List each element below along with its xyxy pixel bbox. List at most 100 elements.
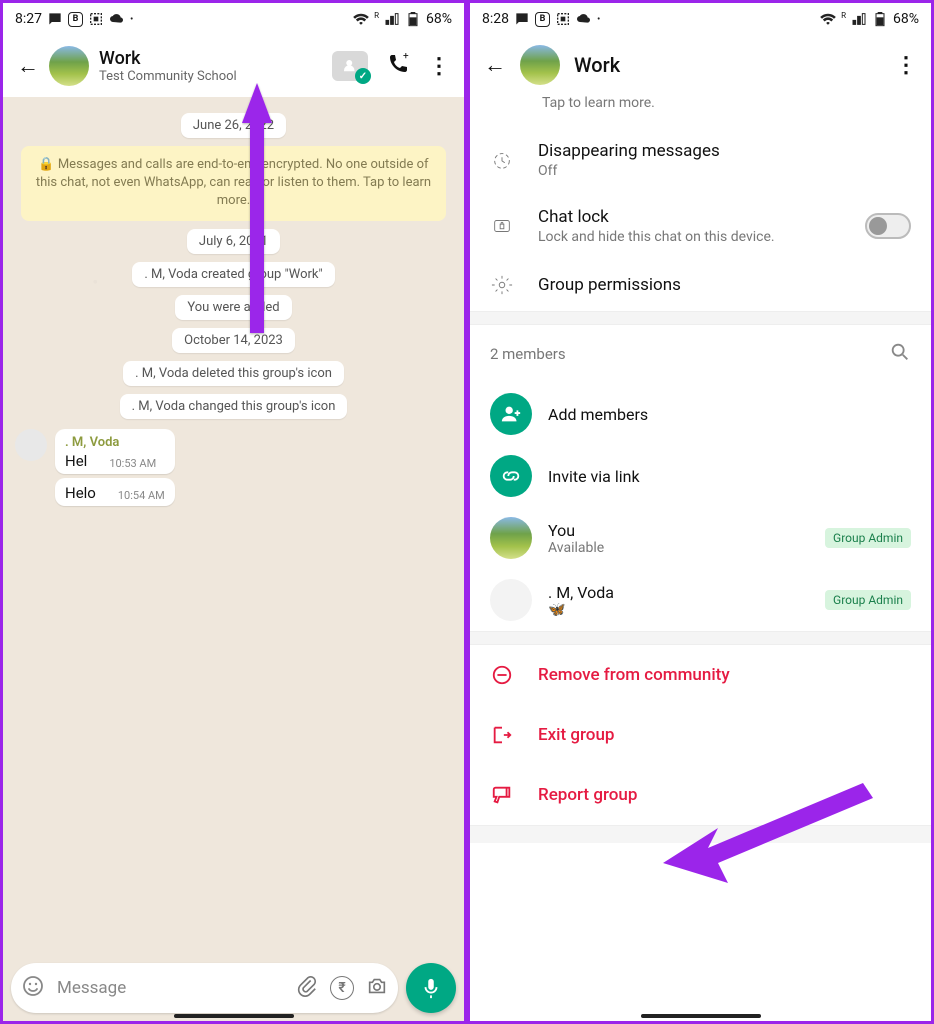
member-avatar [490,579,532,621]
battery-icon [872,11,888,27]
sender-name: . M, Voda [65,435,165,450]
system-message: . M, Voda created group "Work" [132,262,334,287]
info-title: Work [574,53,881,77]
add-members-row[interactable]: Add members [470,383,931,445]
disappearing-messages-row[interactable]: Disappearing messages Off [470,127,931,193]
chat-bubble-icon [47,11,63,27]
emoji-icon[interactable] [21,974,45,1002]
chat-title: Work [99,48,322,69]
exit-icon [490,723,514,747]
gear-icon [490,273,514,297]
chat-app-bar: ← Work Test Community School ✓ + ⋮ [3,35,464,97]
video-call-button[interactable]: ✓ [332,51,368,81]
square-dashed-icon [555,11,571,27]
message-bubble[interactable]: . M, Voda Hel 10:53 AM [55,429,175,474]
row-title: Disappearing messages [538,141,911,161]
camera-icon[interactable] [366,975,388,1001]
payment-icon[interactable]: ₹ [330,976,354,1000]
dot-icon: • [597,14,600,25]
member-row[interactable]: . M, Voda 🦋 Group Admin [470,569,931,631]
battery-percent: 68% [426,11,452,27]
message-bubble[interactable]: Helo 10:54 AM [55,478,175,506]
group-info-screen: 8:28 B • R 68% ← Work ⋮ Tap to learn mor [470,3,931,1021]
message-text: Hel [65,452,87,470]
roaming-indicator: R [374,11,379,20]
check-badge-icon: ✓ [355,68,371,84]
group-avatar[interactable] [520,45,560,85]
member-avatar [490,517,532,559]
dot-icon: • [130,14,133,25]
voice-call-button[interactable]: + [386,52,410,80]
chat-bubble-icon [514,11,530,27]
cloud-icon [109,11,125,27]
row-label: Add members [548,405,911,424]
chat-messages-area[interactable]: June 26, 2022 🔒 Messages and calls are e… [3,97,464,1021]
row-title: Chat lock [538,207,841,227]
system-message: . M, Voda changed this group's icon [120,394,348,419]
clock: 8:27 [15,11,42,27]
row-subtitle: Lock and hide this chat on this device. [538,229,841,245]
b-icon: B [68,12,83,27]
encryption-banner[interactable]: 🔒 Messages and calls are end-to-end encr… [21,146,446,221]
row-label: Report group [538,785,637,805]
wifi-icon [353,11,369,27]
link-icon [490,455,532,497]
member-status: Available [548,540,809,556]
row-label: Invite via link [548,467,911,486]
message-input-field[interactable]: Message ₹ [11,963,398,1013]
report-group-row[interactable]: Report group [470,765,931,825]
voice-record-button[interactable] [406,963,456,1013]
lock-chat-icon [490,214,514,238]
date-separator: July 6, 2021 [187,229,280,254]
svg-text:+: + [403,52,409,62]
signal-icon [851,11,867,27]
system-message: . M, Voda deleted this group's icon [123,361,344,386]
status-bar: 8:28 B • R 68% [470,3,931,35]
more-menu-icon[interactable]: ⋮ [428,54,450,79]
chat-lock-toggle[interactable] [865,213,911,239]
signal-icon [384,11,400,27]
date-separator: June 26, 2022 [181,113,286,138]
row-subtitle: Off [538,163,911,179]
row-label: Exit group [538,725,614,745]
back-icon[interactable]: ← [484,52,506,78]
member-status: 🦋 [548,602,809,618]
search-members-icon[interactable] [889,341,911,367]
more-menu-icon[interactable]: ⋮ [895,53,917,78]
square-dashed-icon [88,11,104,27]
member-name: You [548,521,809,540]
roaming-indicator: R [841,11,846,20]
group-permissions-row[interactable]: Group permissions [470,259,931,311]
status-bar: 8:27 B • R 68% [3,3,464,35]
attach-icon[interactable] [296,975,318,1001]
bottom-spacer [470,825,931,843]
admin-badge: Group Admin [825,528,911,548]
home-indicator[interactable] [174,1014,294,1018]
member-row-you[interactable]: You Available Group Admin [470,507,931,569]
chat-lock-row[interactable]: Chat lock Lock and hide this chat on thi… [470,193,931,259]
row-title: Group permissions [538,275,911,295]
minus-circle-icon [490,663,514,687]
back-icon[interactable]: ← [17,53,39,79]
system-message: You were added [175,295,291,320]
section-separator [470,311,931,325]
remove-from-community-row[interactable]: Remove from community [470,645,931,705]
battery-icon [405,11,421,27]
b-icon: B [535,12,550,27]
exit-group-row[interactable]: Exit group [470,705,931,765]
info-body[interactable]: Tap to learn more. Disappearing messages… [470,95,931,1021]
invite-link-row[interactable]: Invite via link [470,445,931,507]
home-indicator[interactable] [641,1014,761,1018]
member-name: . M, Voda [548,583,809,602]
cloud-icon [576,11,592,27]
sender-avatar[interactable] [15,429,47,461]
members-header: 2 members [470,325,931,383]
members-count: 2 members [490,345,566,363]
group-avatar[interactable] [49,46,89,86]
chat-title-area[interactable]: Work Test Community School [99,48,322,84]
tap-learn-more[interactable]: Tap to learn more. [470,95,931,127]
message-timestamp: 10:54 AM [118,489,165,502]
add-user-icon [490,393,532,435]
message-timestamp: 10:53 AM [109,457,156,470]
message-input-bar: Message ₹ [11,963,456,1013]
